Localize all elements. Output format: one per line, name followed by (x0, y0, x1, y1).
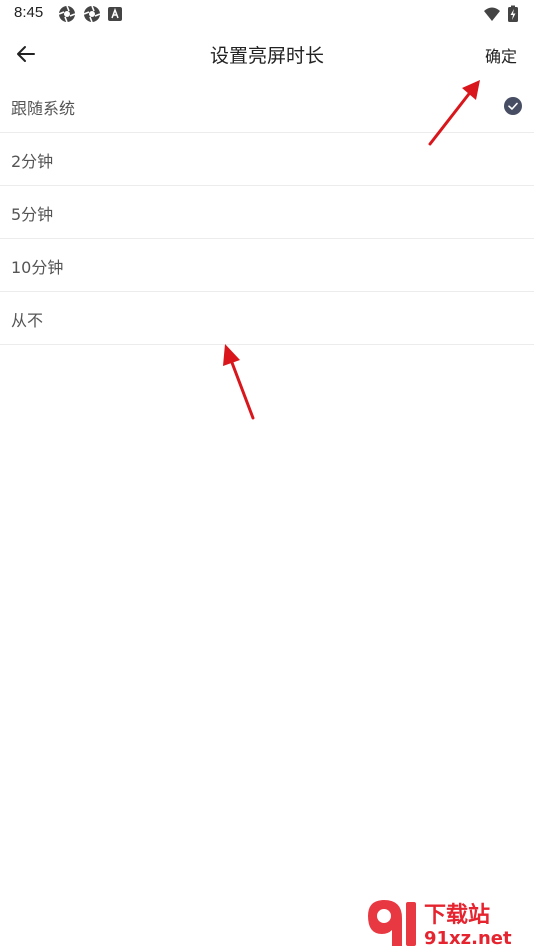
watermark-title: 下载站 (424, 902, 490, 928)
option-label: 从不 (11, 311, 44, 330)
option-2-minutes[interactable]: 2分钟 (0, 133, 534, 186)
option-label: 5分钟 (11, 205, 54, 224)
shutter-icon (83, 5, 101, 23)
wifi-icon (484, 7, 500, 21)
status-time: 8:45 (14, 4, 44, 21)
app-notification-icon (108, 7, 122, 21)
option-5-minutes[interactable]: 5分钟 (0, 186, 534, 239)
option-never[interactable]: 从不 (0, 292, 534, 345)
status-bar: 8:45 (0, 0, 534, 28)
selected-check-icon (504, 97, 522, 115)
option-label: 10分钟 (11, 258, 64, 277)
confirm-button[interactable]: 确定 (485, 43, 517, 67)
shutter-icon (58, 5, 76, 23)
page-title: 设置亮屏时长 (209, 45, 324, 67)
annotation-arrow-list (223, 344, 255, 420)
option-label: 2分钟 (11, 152, 54, 171)
top-bar: 设置亮屏时长 确定 (0, 28, 534, 80)
watermark-domain: 91xz.net (424, 928, 512, 948)
screen-timeout-options: 跟随系统 2分钟 5分钟 10分钟 从不 (0, 80, 534, 345)
option-10-minutes[interactable]: 10分钟 (0, 239, 534, 292)
battery-charging-icon (508, 5, 518, 22)
option-label: 跟随系统 (11, 99, 76, 118)
watermark-logo: 下载站 91xz.net (368, 900, 512, 948)
option-follow-system[interactable]: 跟随系统 (0, 80, 534, 133)
